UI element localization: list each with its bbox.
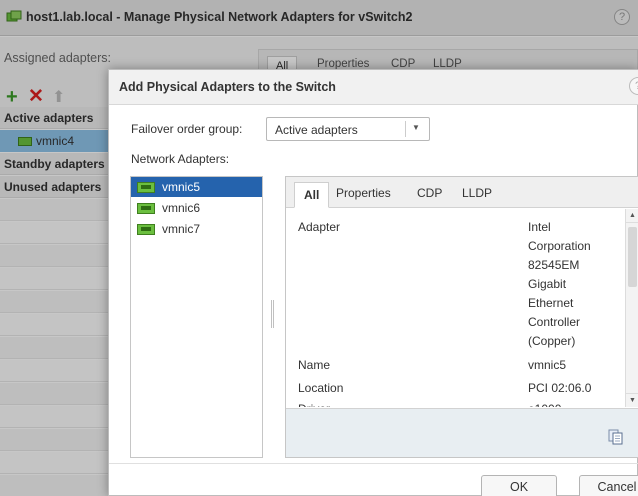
- property-value: Ethernet: [528, 296, 574, 310]
- failover-order-select[interactable]: Active adapters ▼: [266, 117, 430, 141]
- help-icon[interactable]: ?: [629, 77, 638, 95]
- ok-button[interactable]: OK: [481, 475, 557, 496]
- property-value: Intel: [528, 220, 551, 234]
- property-value: 82545EM: [528, 258, 580, 272]
- scroll-thumb[interactable]: [628, 227, 637, 287]
- property-label: Location: [298, 381, 344, 395]
- splitter-grip[interactable]: [271, 300, 274, 328]
- property-value: PCI 02:06.0: [528, 381, 592, 395]
- property-value: e1000: [528, 400, 561, 407]
- tab-cdp[interactable]: CDP: [417, 186, 442, 200]
- properties-area: Adapter Intel Corporation 82545EM Gigabi…: [286, 209, 625, 407]
- dropdown-arrow-icon: ▼: [412, 123, 420, 132]
- select-divider: [405, 121, 406, 137]
- nic-icon: [137, 203, 155, 214]
- nic-icon: [137, 224, 155, 235]
- property-value: vmnic5: [528, 358, 567, 372]
- copy-icon[interactable]: [608, 429, 624, 445]
- footer-divider: [109, 463, 638, 464]
- tab-properties[interactable]: Properties: [336, 186, 391, 200]
- nic-icon: [137, 182, 155, 193]
- dialog-title-bar: Add Physical Adapters to the Switch ?: [109, 70, 638, 105]
- properties-scrollbar[interactable]: ▲ ▼: [625, 209, 638, 407]
- scroll-up-icon[interactable]: ▲: [626, 209, 638, 223]
- network-adapter-list: vmnic5 vmnic6 vmnic7: [130, 176, 263, 458]
- details-tab-bar: All Properties CDP LLDP: [286, 177, 638, 208]
- tab-lldp[interactable]: LLDP: [462, 186, 492, 200]
- dialog-title: Add Physical Adapters to the Switch: [119, 80, 336, 94]
- adapter-name: vmnic7: [162, 222, 201, 236]
- property-label: Name: [298, 358, 331, 372]
- property-value: Gigabit: [528, 277, 567, 291]
- scroll-down-icon[interactable]: ▼: [626, 393, 638, 407]
- property-label: Driver: [298, 402, 330, 407]
- failover-order-label: Failover order group:: [131, 122, 243, 136]
- property-value: Controller: [528, 315, 581, 329]
- adapter-name: vmnic6: [162, 201, 201, 215]
- property-value: Corporation: [528, 239, 591, 253]
- details-footer: [286, 408, 638, 457]
- adapter-name: vmnic5: [162, 180, 201, 194]
- add-adapters-dialog: Add Physical Adapters to the Switch ? Fa…: [108, 69, 638, 496]
- list-item[interactable]: vmnic6: [131, 198, 262, 218]
- cancel-button[interactable]: Cancel: [579, 475, 638, 496]
- tab-all[interactable]: All: [294, 182, 330, 208]
- property-label: Adapter: [298, 220, 341, 234]
- pane-splitter[interactable]: [271, 176, 275, 458]
- failover-order-value: Active adapters: [275, 123, 358, 137]
- network-adapters-label: Network Adapters:: [131, 152, 230, 166]
- property-value: (Copper): [528, 334, 576, 348]
- adapter-details-panel: All Properties CDP LLDP Adapter Intel Co…: [285, 176, 638, 458]
- list-item[interactable]: vmnic7: [131, 219, 262, 239]
- list-item[interactable]: vmnic5: [131, 177, 262, 197]
